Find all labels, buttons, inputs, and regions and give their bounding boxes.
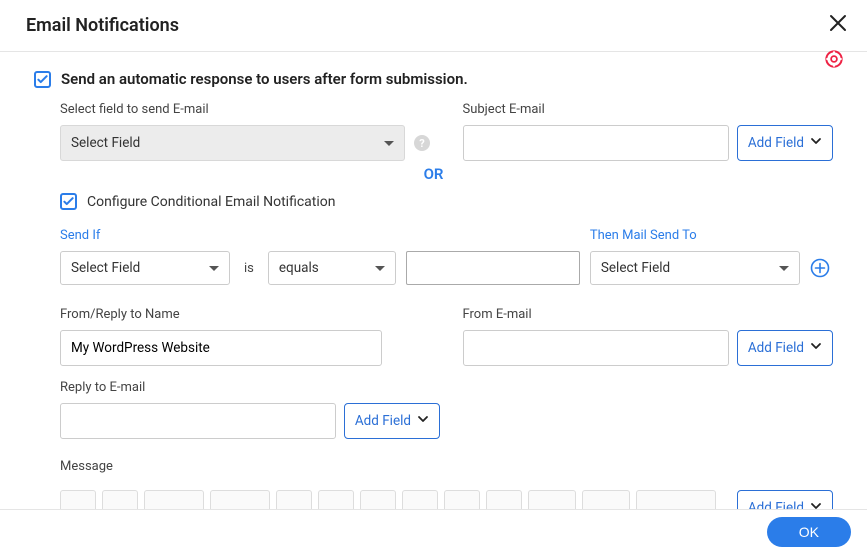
send-if-field-select[interactable]: Select Field	[60, 251, 230, 285]
then-field-value: Select Field	[601, 260, 670, 276]
condition-value-input[interactable]	[406, 251, 580, 285]
field-to-send-value: Select Field	[71, 135, 140, 151]
chevron-down-icon	[779, 266, 789, 271]
svg-text:?: ?	[419, 137, 425, 150]
chevron-down-icon	[384, 141, 394, 146]
chevron-down-icon	[375, 266, 385, 271]
dialog-title: Email Notifications	[26, 15, 179, 36]
send-auto-checkbox[interactable]	[34, 71, 51, 88]
question-icon[interactable]: ?	[413, 134, 431, 152]
send-if-label: Send If	[60, 228, 230, 243]
field-to-send-label: Select field to send E-mail	[60, 102, 431, 117]
operator-value: equals	[279, 260, 319, 276]
reply-email-input[interactable]	[60, 403, 336, 439]
from-name-input[interactable]	[60, 330, 382, 366]
ok-button[interactable]: OK	[767, 517, 851, 547]
subject-label: Subject E-mail	[463, 102, 834, 117]
reply-email-label: Reply to E-mail	[60, 380, 833, 395]
from-email-add-field-button[interactable]: Add Field	[737, 330, 833, 366]
help-icon[interactable]	[825, 50, 843, 68]
send-auto-label: Send an automatic response to users afte…	[61, 70, 468, 88]
from-name-label: From/Reply to Name	[60, 307, 431, 322]
or-separator: OR	[34, 165, 833, 183]
add-condition-button[interactable]	[810, 258, 830, 278]
field-to-send-select[interactable]: Select Field	[60, 125, 405, 161]
operator-select[interactable]: equals	[268, 251, 396, 285]
close-icon[interactable]	[825, 10, 851, 41]
reply-email-add-field-button[interactable]: Add Field	[344, 403, 440, 439]
message-label: Message	[60, 459, 833, 474]
from-email-input[interactable]	[463, 330, 729, 366]
chevron-down-icon	[417, 413, 429, 429]
conditional-checkbox[interactable]	[60, 193, 77, 210]
then-mail-label: Then Mail Send To	[590, 228, 800, 243]
chevron-down-icon	[209, 266, 219, 271]
chevron-down-icon	[810, 340, 822, 356]
subject-add-field-button[interactable]: Add Field	[737, 125, 833, 161]
is-text: is	[244, 261, 254, 285]
subject-input[interactable]	[463, 125, 729, 161]
send-if-field-value: Select Field	[71, 260, 140, 276]
from-email-label: From E-mail	[463, 307, 834, 322]
add-field-label: Add Field	[748, 135, 804, 151]
conditional-label: Configure Conditional Email Notification	[87, 194, 336, 210]
add-field-label: Add Field	[355, 413, 411, 429]
add-field-label: Add Field	[748, 340, 804, 356]
chevron-down-icon	[810, 135, 822, 151]
then-field-select[interactable]: Select Field	[590, 251, 800, 285]
